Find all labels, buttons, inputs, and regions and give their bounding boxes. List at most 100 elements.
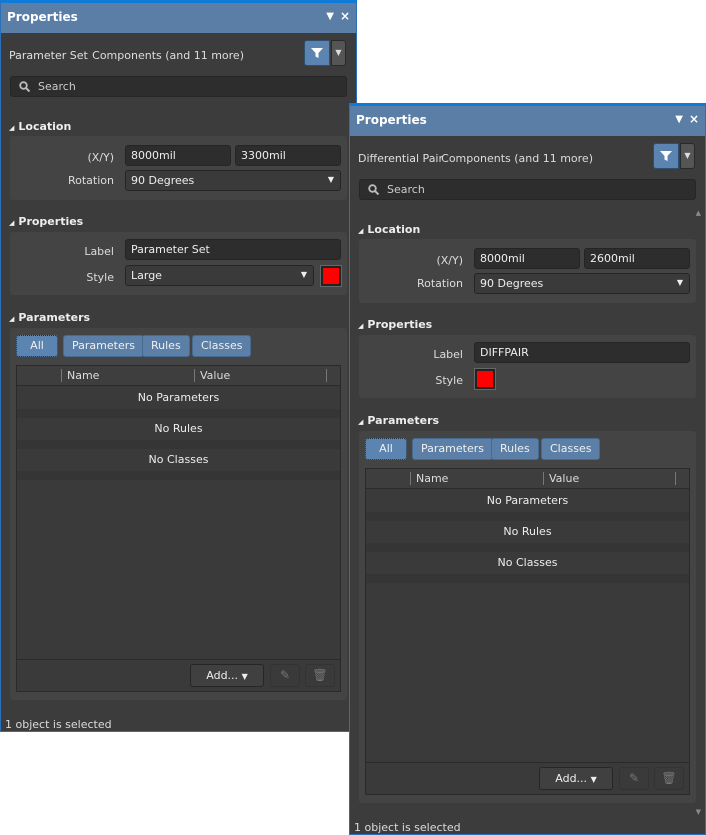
pencil-icon: ✎ xyxy=(628,771,640,785)
search-input[interactable]: Search xyxy=(10,76,347,97)
search-icon xyxy=(19,81,30,92)
style-label: Style xyxy=(435,374,463,387)
filter-icon xyxy=(311,48,323,58)
table-row: No Parameters xyxy=(486,494,569,507)
collapse-icon: ◢ xyxy=(9,124,15,132)
object-type: Parameter Set xyxy=(9,49,88,62)
search-placeholder: Search xyxy=(387,183,425,196)
properties-panel-parameter-set: Properties ▼ × Parameter Set Components … xyxy=(0,0,357,732)
delete-button[interactable]: 🗑 xyxy=(654,767,684,790)
edit-button[interactable]: ✎ xyxy=(270,664,300,687)
panel-menu-icon[interactable]: ▼ xyxy=(675,114,683,125)
y-input[interactable]: 2600mil xyxy=(584,248,690,269)
chevron-down-icon: ▼ xyxy=(676,278,683,287)
edit-button[interactable]: ✎ xyxy=(619,767,649,790)
location-section-header[interactable]: ◢ Location xyxy=(9,120,71,133)
collapse-icon: ◢ xyxy=(9,315,15,323)
chip-rules[interactable]: Rules xyxy=(142,335,190,357)
table-row: No Classes xyxy=(148,453,209,466)
scroll-up-icon[interactable]: ▲ xyxy=(696,209,701,217)
rotation-select[interactable]: 90 Degrees ▼ xyxy=(125,170,341,191)
column-name[interactable]: Name xyxy=(416,472,448,485)
properties-section-header[interactable]: ◢ Properties xyxy=(9,215,83,228)
scroll-down-icon[interactable]: ▼ xyxy=(696,808,701,816)
panel-title: Properties xyxy=(7,10,78,24)
properties-section-header[interactable]: ◢ Properties xyxy=(358,318,432,331)
color-swatch[interactable] xyxy=(474,368,496,390)
pencil-icon: ✎ xyxy=(279,668,291,682)
style-select[interactable]: Large ▼ xyxy=(125,265,314,286)
collapse-icon: ◢ xyxy=(9,219,15,227)
label-label: Label xyxy=(84,245,114,258)
chip-parameters[interactable]: Parameters xyxy=(412,438,493,460)
filter-button[interactable] xyxy=(304,40,330,66)
chip-rules[interactable]: Rules xyxy=(491,438,539,460)
parameters-section-header[interactable]: ◢ Parameters xyxy=(358,414,439,427)
x-input[interactable]: 8000mil xyxy=(125,145,231,166)
trash-icon: 🗑 xyxy=(312,668,328,682)
xy-label: (X/Y) xyxy=(87,151,114,164)
x-input[interactable]: 8000mil xyxy=(474,248,580,269)
panel-menu-icon[interactable]: ▼ xyxy=(326,11,334,22)
chevron-down-icon: ▼ xyxy=(300,270,307,279)
column-value[interactable]: Value xyxy=(549,472,579,485)
search-icon xyxy=(368,184,379,195)
parameters-section-header[interactable]: ◢ Parameters xyxy=(9,311,90,324)
chevron-down-icon: ▼ xyxy=(327,175,334,184)
delete-button[interactable]: 🗑 xyxy=(305,664,335,687)
filter-dropdown-button[interactable]: ▼ xyxy=(680,143,695,169)
filter-icon xyxy=(660,151,672,161)
table-row: No Rules xyxy=(154,422,203,435)
filter-label: Components (and 11 more) xyxy=(92,49,244,62)
table-header: Name Value xyxy=(17,366,340,386)
properties-group: Label Parameter Set Style Large ▼ xyxy=(10,232,347,295)
search-placeholder: Search xyxy=(38,80,76,93)
rotation-label: Rotation xyxy=(67,174,114,187)
section-title: Properties xyxy=(18,215,84,228)
chip-classes[interactable]: Classes xyxy=(192,335,252,357)
color-swatch[interactable] xyxy=(320,265,342,287)
label-input[interactable]: Parameter Set xyxy=(125,239,341,260)
collapse-icon: ◢ xyxy=(358,322,364,330)
label-input[interactable]: DIFFPAIR xyxy=(474,342,690,363)
table-header: Name Value xyxy=(366,469,689,489)
add-button[interactable]: Add... ▼ xyxy=(539,767,613,790)
close-icon[interactable]: × xyxy=(689,112,699,126)
status-text: 1 object is selected xyxy=(5,718,112,731)
rotation-value: 90 Degrees xyxy=(131,174,195,187)
close-icon[interactable]: × xyxy=(340,9,350,23)
properties-group: Label DIFFPAIR Style xyxy=(359,335,696,398)
rotation-label: Rotation xyxy=(416,277,463,290)
chip-all[interactable]: All xyxy=(365,438,407,460)
column-value[interactable]: Value xyxy=(200,369,230,382)
table-footer: Add... ▼ ✎ 🗑 xyxy=(17,659,340,691)
column-name[interactable]: Name xyxy=(67,369,99,382)
add-label: Add... xyxy=(206,669,239,682)
panel-title-bar: Properties ▼ × xyxy=(1,3,356,33)
table-row: No Rules xyxy=(503,525,552,538)
section-title: Properties xyxy=(367,318,433,331)
location-section-header[interactable]: ◢ Location xyxy=(358,223,420,236)
filter-button[interactable] xyxy=(653,143,679,169)
panel-title-bar: Properties ▼ × xyxy=(350,106,705,136)
panel-title: Properties xyxy=(356,113,427,127)
chip-parameters[interactable]: Parameters xyxy=(63,335,144,357)
filter-label: Components (and 11 more) xyxy=(441,152,593,165)
search-input[interactable]: Search xyxy=(359,179,696,200)
chevron-down-icon: ▼ xyxy=(241,672,248,681)
chevron-down-icon: ▼ xyxy=(590,775,597,784)
filter-dropdown-button[interactable]: ▼ xyxy=(331,40,346,66)
table-row: No Parameters xyxy=(137,391,220,404)
chip-classes[interactable]: Classes xyxy=(541,438,601,460)
style-value: Large xyxy=(131,269,162,282)
parameters-group: All Parameters Rules Classes Name Value … xyxy=(10,328,347,700)
add-button[interactable]: Add... ▼ xyxy=(190,664,264,687)
rotation-select[interactable]: 90 Degrees ▼ xyxy=(474,273,690,294)
rotation-value: 90 Degrees xyxy=(480,277,544,290)
chip-all[interactable]: All xyxy=(16,335,58,357)
trash-icon: 🗑 xyxy=(661,771,677,785)
object-type: Differential Pair xyxy=(358,152,444,165)
y-input[interactable]: 3300mil xyxy=(235,145,341,166)
collapse-icon: ◢ xyxy=(358,227,364,235)
style-label: Style xyxy=(86,271,114,284)
